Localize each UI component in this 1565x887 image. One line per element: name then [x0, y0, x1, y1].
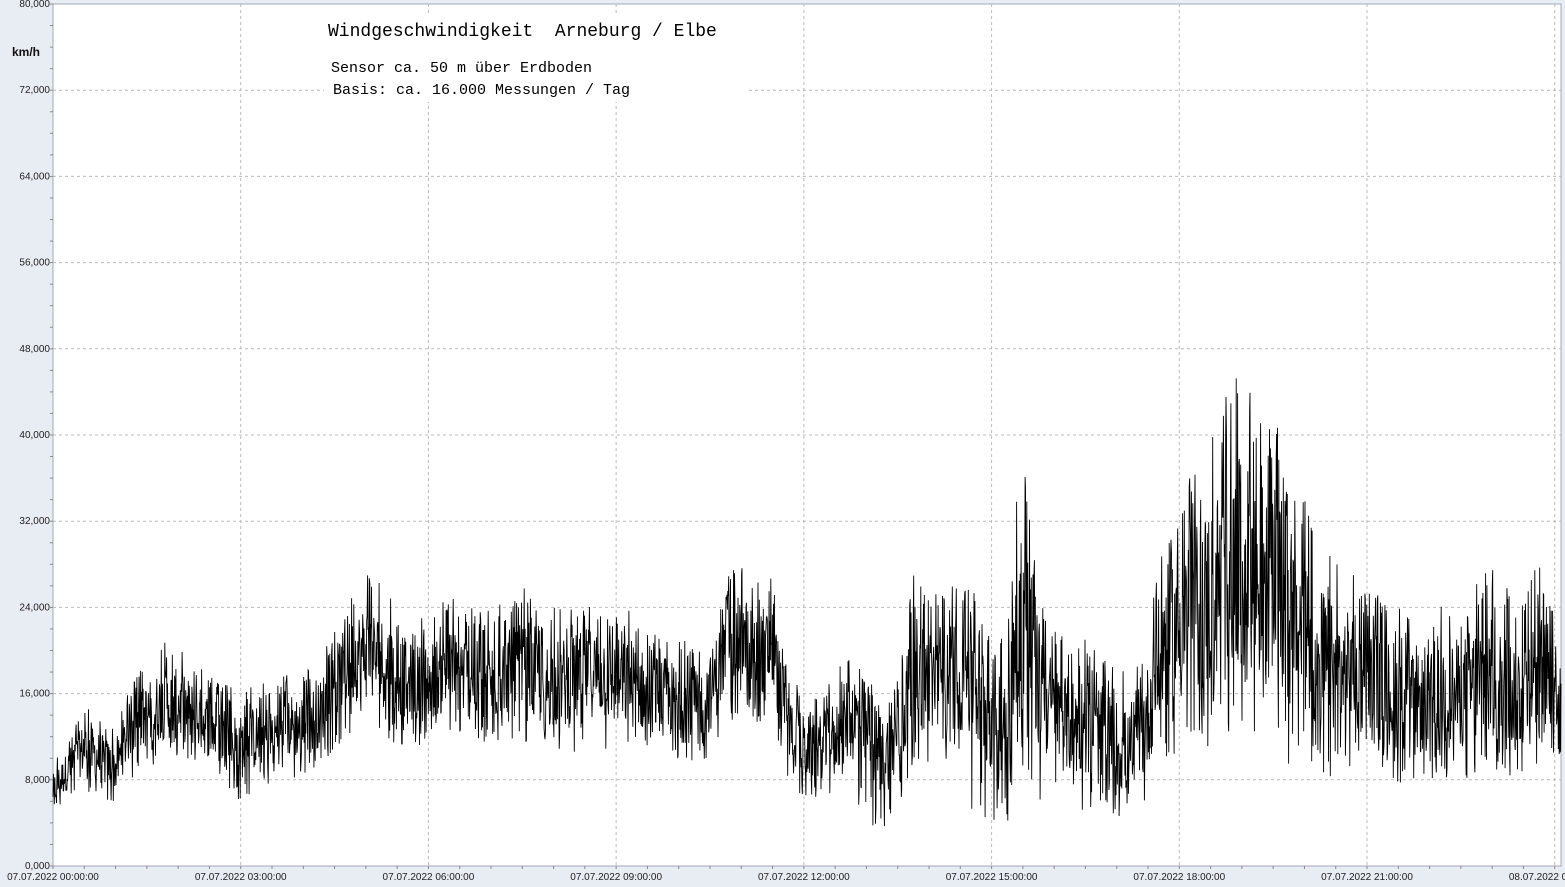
y-tick-label: 0,000 — [25, 861, 50, 872]
y-tick-label: 40,000 — [19, 430, 50, 441]
y-tick-label: 80,000 — [19, 0, 50, 10]
y-tick-label: 8,000 — [25, 775, 50, 786]
y-tick-label: 16,000 — [19, 689, 50, 700]
y-tick-label: 48,000 — [19, 344, 50, 355]
y-tick-label: 56,000 — [19, 258, 50, 269]
chart-title: Windgeschwindigkeit Arneburg / Elbe — [328, 22, 717, 42]
x-tick-label: 07.07.2022 09:00:00 — [570, 872, 662, 883]
x-tick-label: 07.07.2022 06:00:00 — [383, 872, 475, 883]
x-tick-label: 07.07.2022 21:00:00 — [1321, 872, 1413, 883]
y-tick-label: 64,000 — [19, 171, 50, 182]
chart-subtitle-basis: Basis: ca. 16.000 Messungen / Tag — [333, 82, 630, 99]
x-tick-label: 07.07.2022 12:00:00 — [758, 872, 850, 883]
x-tick-label: 07.07.2022 00:00:00 — [7, 872, 99, 883]
x-tick-label: 07.07.2022 03:00:00 — [195, 872, 287, 883]
x-tick-label: 07.07.2022 15:00:00 — [946, 872, 1038, 883]
y-axis-label: km/h — [12, 45, 40, 59]
y-tick-label: 72,000 — [19, 85, 50, 96]
wind-speed-chart: 0,000 8,000 16,000 24,000 32,000 40,000 48,000… — [0, 0, 1565, 887]
chart-canvas: 0,000 8,000 16,000 24,000 32,000 40,000 48,000… — [0, 0, 1565, 887]
y-tick-label: 24,000 — [19, 602, 50, 613]
y-tick-label: 32,000 — [19, 516, 50, 527]
x-tick-label: 07.07.2022 18:00:00 — [1133, 872, 1225, 883]
x-tick-label: 08.07.2022 00:00:00 — [1509, 872, 1565, 883]
chart-subtitle-sensor: Sensor ca. 50 m über Erdboden — [331, 60, 592, 77]
